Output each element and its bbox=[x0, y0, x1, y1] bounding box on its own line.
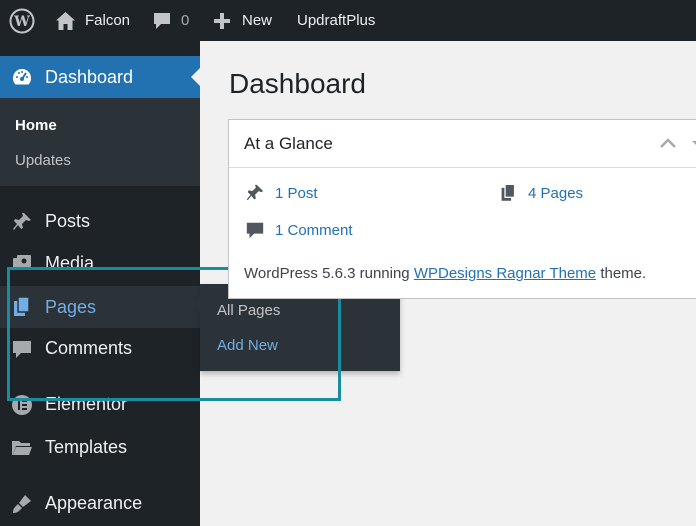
comment-bubble-icon[interactable] bbox=[152, 0, 172, 41]
submenu-item-home[interactable]: Home bbox=[15, 117, 57, 134]
glance-posts-label: 1 Post bbox=[275, 184, 318, 202]
comment-count[interactable]: 0 bbox=[181, 0, 189, 41]
sidebar-item-label: Comments bbox=[45, 337, 133, 358]
sidebar-item-templates[interactable]: Templates bbox=[0, 427, 200, 467]
sidebar-item-dashboard[interactable]: Dashboard bbox=[0, 56, 200, 98]
pushpin-icon bbox=[246, 184, 264, 201]
new-content-link[interactable]: New bbox=[242, 0, 272, 41]
widget-header: At a Glance bbox=[229, 120, 696, 168]
elementor-icon bbox=[11, 394, 33, 416]
sidebar-item-appearance[interactable]: Appearance bbox=[0, 483, 200, 523]
glance-pages-label: 4 Pages bbox=[528, 184, 584, 202]
sidebar-item-comments[interactable]: Comments bbox=[0, 328, 200, 368]
admin-bar: W Falcon 0 New UpdraftPlus bbox=[0, 0, 696, 41]
plus-icon[interactable] bbox=[213, 0, 231, 41]
sidebar-item-label: Dashboard bbox=[45, 66, 134, 87]
submenu-item-updates[interactable]: Updates bbox=[15, 152, 71, 169]
sidebar-item-elementor[interactable]: Elementor bbox=[0, 384, 200, 424]
at-a-glance-widget: At a Glance 1 Post 4 Pages 1 Comment Wor… bbox=[228, 119, 696, 299]
pushpin-icon bbox=[11, 211, 33, 233]
dashboard-submenu: Home Updates bbox=[0, 98, 200, 186]
glance-pages-link[interactable]: 4 Pages bbox=[499, 183, 583, 203]
version-text: WordPress 5.6.3 running bbox=[244, 265, 410, 282]
sidebar-item-label: Templates bbox=[45, 436, 128, 457]
page-title: Dashboard bbox=[229, 68, 366, 99]
sidebar-item-label: Posts bbox=[45, 210, 91, 231]
flyout-item-all-pages[interactable]: All Pages bbox=[217, 302, 280, 319]
glance-posts-link[interactable]: 1 Post bbox=[245, 183, 318, 203]
paintbrush-icon bbox=[11, 493, 33, 515]
theme-link[interactable]: WPDesigns Ragnar Theme bbox=[414, 265, 596, 282]
folder-icon bbox=[11, 437, 33, 459]
sidebar-item-label: Appearance bbox=[45, 492, 143, 513]
comment-icon bbox=[246, 222, 264, 239]
pages-icon bbox=[501, 183, 516, 201]
widget-title: At a Glance bbox=[244, 134, 333, 153]
site-name-link[interactable]: Falcon bbox=[85, 0, 130, 41]
wordpress-logo-icon[interactable]: W bbox=[9, 0, 35, 41]
pages-icon bbox=[11, 296, 33, 318]
sidebar-item-label: Pages bbox=[45, 296, 97, 317]
sidebar-item-media[interactable]: Media bbox=[0, 243, 200, 283]
media-icon bbox=[11, 253, 33, 275]
sidebar-item-posts[interactable]: Posts bbox=[0, 201, 200, 241]
flyout-item-add-new[interactable]: Add New bbox=[217, 337, 278, 354]
caret-down-icon[interactable] bbox=[691, 136, 696, 155]
version-info: WordPress 5.6.3 running WPDesigns Ragnar… bbox=[244, 265, 646, 282]
comment-icon bbox=[11, 338, 33, 360]
sidebar-item-label: Media bbox=[45, 252, 95, 273]
glance-comments-label: 1 Comment bbox=[275, 221, 353, 239]
theme-suffix: theme. bbox=[600, 265, 647, 282]
updraftplus-link[interactable]: UpdraftPlus bbox=[297, 0, 375, 41]
svg-text:W: W bbox=[13, 14, 30, 30]
admin-sidebar: Dashboard Home Updates Posts Media Pages… bbox=[0, 41, 200, 526]
chevron-up-icon[interactable] bbox=[659, 136, 677, 155]
home-icon[interactable] bbox=[55, 0, 76, 41]
sidebar-item-pages[interactable]: Pages bbox=[0, 286, 200, 328]
dashboard-gauge-icon bbox=[11, 66, 33, 88]
glance-comments-link[interactable]: 1 Comment bbox=[245, 220, 353, 240]
sidebar-item-label: Elementor bbox=[45, 393, 128, 414]
